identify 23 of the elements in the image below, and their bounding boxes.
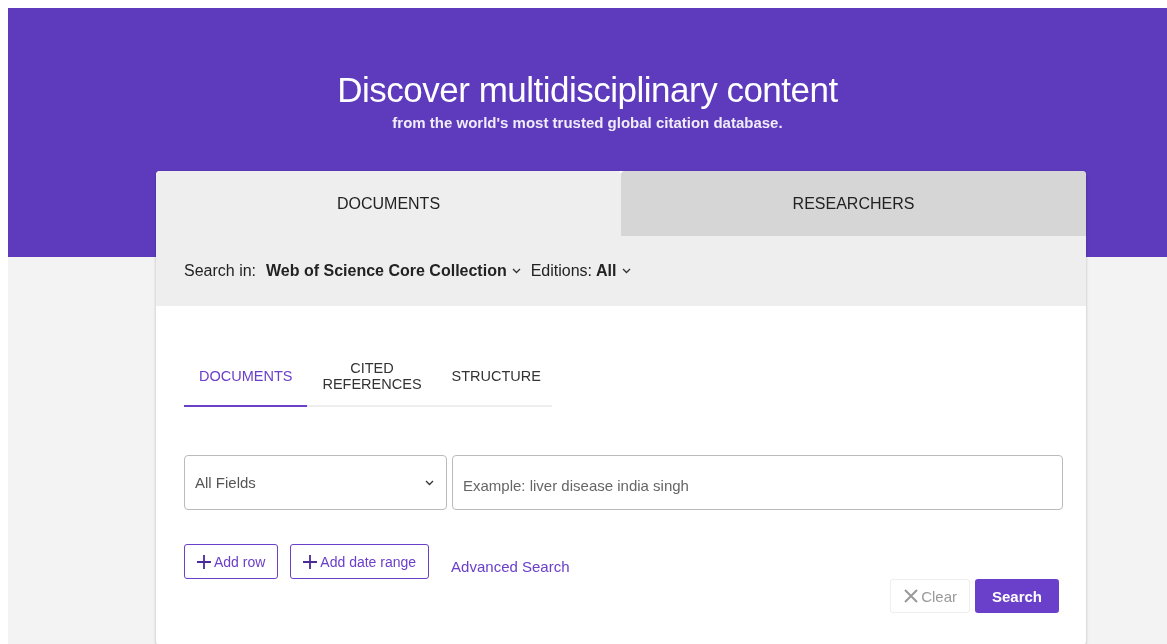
search-tab[interactable]: CITED REFERENCES bbox=[307, 354, 437, 407]
hero-title: Discover multidisciplinary content bbox=[336, 69, 839, 110]
search-button[interactable]: Search bbox=[975, 579, 1059, 613]
main-tab[interactable]: DOCUMENTS bbox=[156, 171, 621, 236]
field-select[interactable]: All Fields bbox=[184, 455, 447, 510]
close-icon bbox=[903, 588, 920, 604]
chevron-down-icon bbox=[621, 268, 631, 274]
search-tab[interactable]: STRUCTURE bbox=[436, 354, 556, 407]
chevron-down-icon bbox=[511, 268, 521, 274]
chevron-down-icon bbox=[425, 479, 434, 486]
search-field[interactable]: Example: liver disease india singh bbox=[452, 455, 1063, 510]
plus-icon bbox=[303, 554, 318, 569]
plus-icon bbox=[197, 554, 211, 569]
search-tab[interactable]: DOCUMENTS bbox=[184, 354, 308, 407]
add-button[interactable]: Add date range bbox=[290, 544, 430, 579]
editions-label: Editions: bbox=[530, 262, 593, 280]
add-button[interactable]: Add row bbox=[184, 544, 279, 579]
editions-dropdown[interactable]: All bbox=[596, 262, 631, 280]
main-tab[interactable]: RESEARCHERS bbox=[621, 171, 1086, 236]
search-in-label: Search in: bbox=[184, 262, 257, 280]
collection-dropdown[interactable]: Web of Science Core Collection bbox=[266, 262, 521, 280]
hero-subtitle: from the world's most trusted global citation database. bbox=[391, 114, 784, 131]
advanced-search-link[interactable]: Advanced Search bbox=[451, 558, 570, 575]
